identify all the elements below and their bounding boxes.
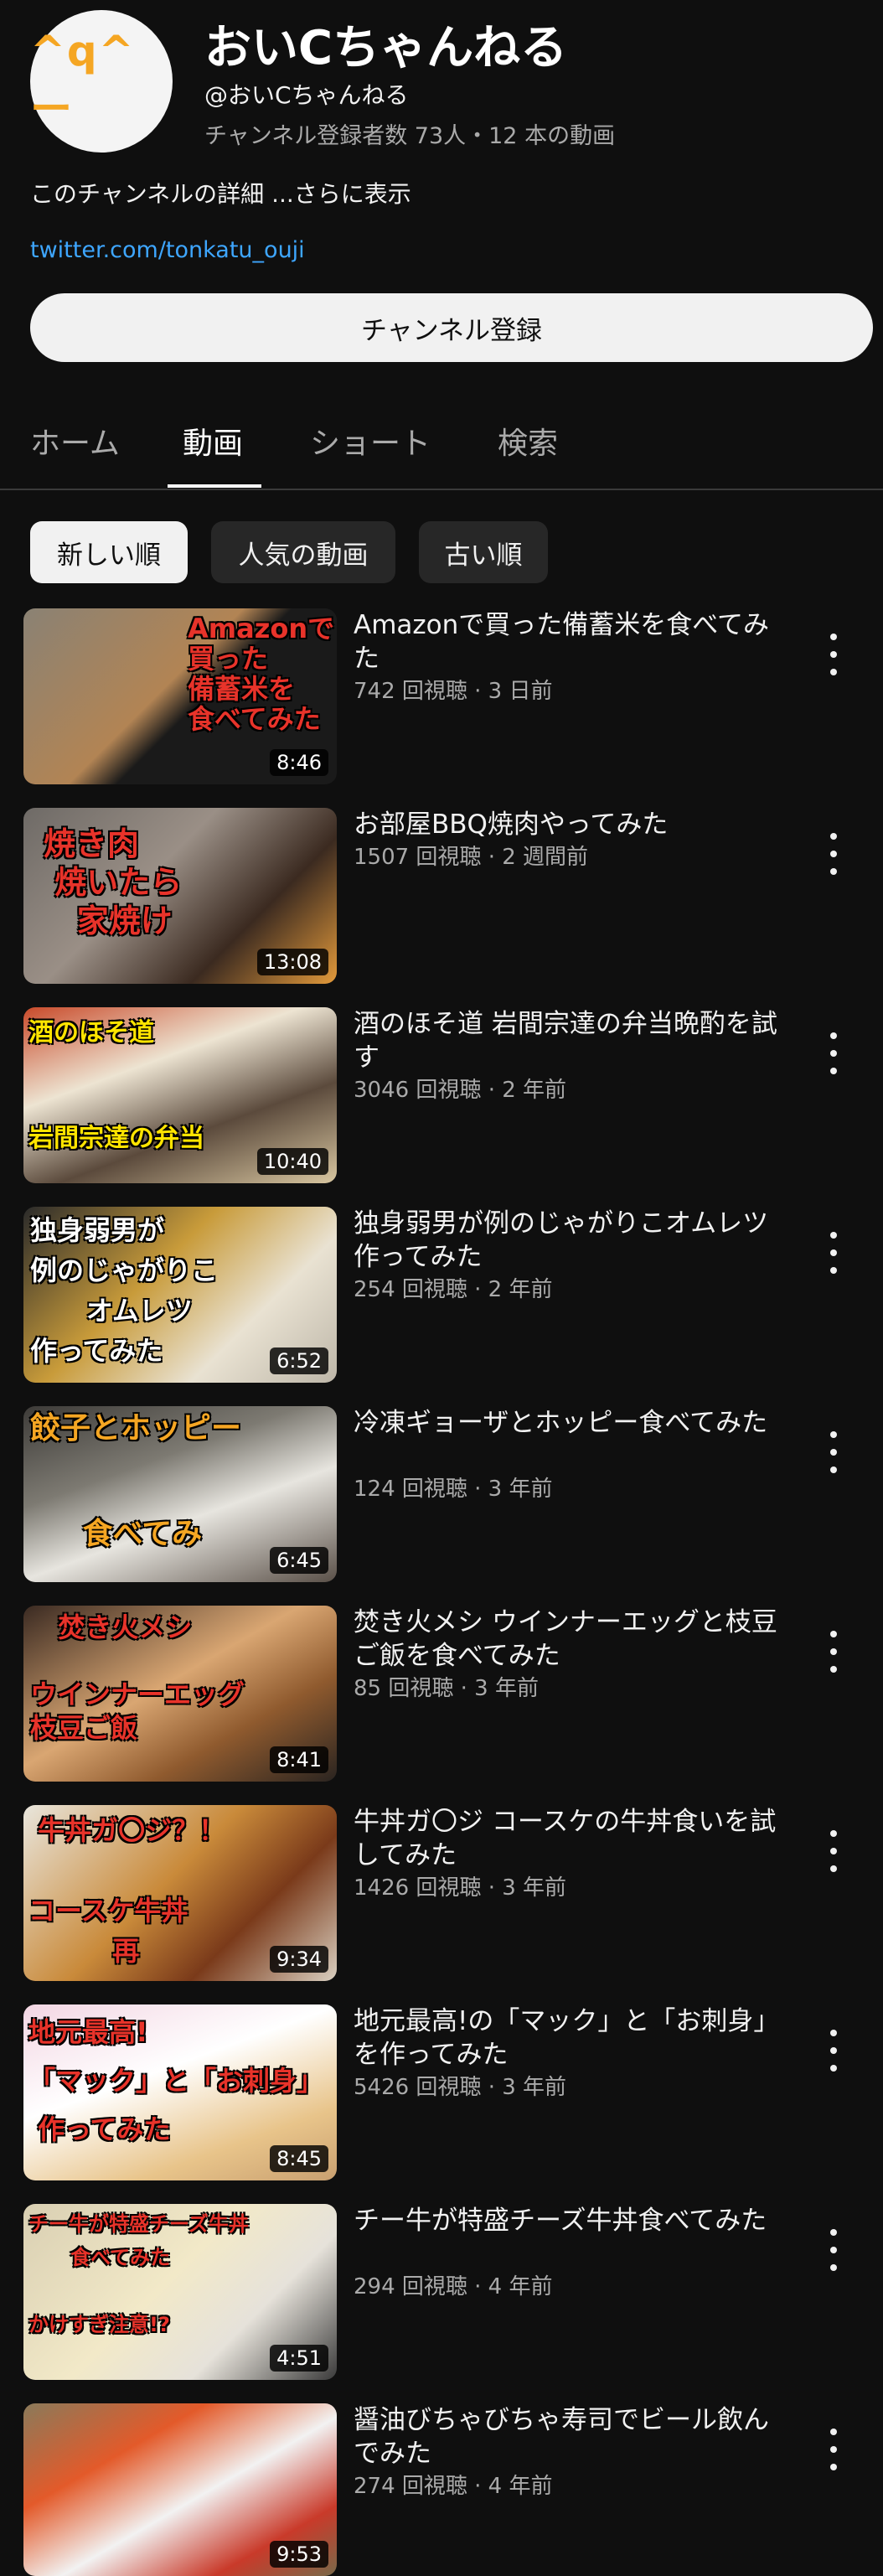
video-item[interactable]: 独身弱男が 例のじゃがりこ オムレツ 作ってみた 6:52 独身弱男が例のじゃが… xyxy=(0,1207,883,1384)
video-meta: 85 回視聴 · 3 年前 xyxy=(354,1676,539,1701)
channel-stats: チャンネル登録者数 73人・12 本の動画 xyxy=(204,123,616,149)
thumbnail-caption: チー牛が特盛チーズ牛丼 食べてみた かけすぎ注意!? xyxy=(28,2212,249,2336)
video-title[interactable]: 冷凍ギョーザとホッピー食べてみた xyxy=(354,1406,789,1440)
description-text: このチャンネルの詳細 xyxy=(30,180,265,208)
video-item[interactable]: 9:53 醤油びちゃびちゃ寿司でビール飲んでみた 274 回視聴 · 4 年前 xyxy=(0,2403,883,2576)
more-options-icon[interactable] xyxy=(821,1830,846,1872)
thumbnail-caption: 餃子とホッピー 食べてみ xyxy=(30,1411,242,1551)
duration-badge: 8:45 xyxy=(270,2145,328,2172)
thumbnail-caption: 焼き肉 焼いたら 家焼け xyxy=(44,825,183,939)
video-thumbnail[interactable]: Amazonで 買った 備蓄米を 食べてみた 8:46 xyxy=(23,608,337,784)
video-item[interactable]: 焚き火メシ ウインナーエッグ 枝豆ご飯 8:41 焚き火メシ ウインナーエッグと… xyxy=(0,1606,883,1783)
video-meta: 124 回視聴 · 3 年前 xyxy=(354,1477,553,1502)
more-options-icon[interactable] xyxy=(821,833,846,875)
video-meta: 1426 回視聴 · 3 年前 xyxy=(354,1875,567,1901)
duration-badge: 8:46 xyxy=(270,749,328,776)
video-meta: 742 回視聴 · 3 日前 xyxy=(354,679,553,704)
duration-badge: 8:41 xyxy=(270,1746,328,1773)
tab-videos[interactable]: 動画 xyxy=(183,419,243,463)
video-meta: 254 回視聴 · 2 年前 xyxy=(354,1277,553,1302)
more-options-icon[interactable] xyxy=(821,1032,846,1074)
tab-home[interactable]: ホーム xyxy=(30,419,120,463)
video-title[interactable]: 牛丼ガ〇ジ コースケの牛丼食いを試してみた xyxy=(354,1805,789,1872)
video-thumbnail[interactable]: 独身弱男が 例のじゃがりこ オムレツ 作ってみた 6:52 xyxy=(23,1207,337,1383)
duration-badge: 4:51 xyxy=(270,2345,328,2372)
video-title[interactable]: 焚き火メシ ウインナーエッグと枝豆ご飯を食べてみた xyxy=(354,1606,789,1673)
video-meta: 274 回視聴 · 4 年前 xyxy=(354,2474,553,2499)
more-options-icon[interactable] xyxy=(821,1431,846,1473)
filter-oldest-chip[interactable]: 古い順 xyxy=(419,521,548,583)
video-title[interactable]: Amazonで買った備蓄米を食べてみた xyxy=(354,608,789,675)
channel-name: おいCちゃんねる xyxy=(204,21,568,75)
thumbnail-caption: 焚き火メシ ウインナーエッグ 枝豆ご飯 xyxy=(30,1611,245,1744)
more-options-icon[interactable] xyxy=(821,2429,846,2470)
video-thumbnail[interactable]: 餃子とホッピー 食べてみ 6:45 xyxy=(23,1406,337,1582)
channel-external-link[interactable]: twitter.com/tonkatu_ouji xyxy=(30,237,305,263)
video-title[interactable]: 酒のほそ道 岩間宗達の弁当晩酌を試す xyxy=(354,1007,789,1074)
video-item[interactable]: チー牛が特盛チーズ牛丼 食べてみた かけすぎ注意!? 4:51 チー牛が特盛チー… xyxy=(0,2204,883,2382)
thumbnail-caption: Amazonで 買った 備蓄米を 食べてみた xyxy=(188,613,335,735)
video-thumbnail[interactable]: 焼き肉 焼いたら 家焼け 13:08 xyxy=(23,808,337,984)
video-title[interactable]: 地元最高!の「マック」と「お刺身」を作ってみた xyxy=(354,2004,789,2072)
video-thumbnail[interactable]: 牛丼ガ〇ジ？！ コースケ牛丼 再 9:34 xyxy=(23,1805,337,1981)
more-options-icon[interactable] xyxy=(821,634,846,675)
video-meta: 5426 回視聴 · 3 年前 xyxy=(354,2075,567,2100)
thumbnail-caption: 地元最高! 「マック」と「お刺身」 作ってみた xyxy=(28,2016,324,2145)
channel-avatar[interactable]: ^q^ー xyxy=(30,10,173,153)
video-meta: 294 回視聴 · 4 年前 xyxy=(354,2274,553,2299)
video-item[interactable]: 地元最高! 「マック」と「お刺身」 作ってみた 8:45 地元最高!の「マック」… xyxy=(0,2004,883,2182)
video-title[interactable]: お部屋BBQ焼肉やってみた xyxy=(354,808,789,841)
video-item[interactable]: 牛丼ガ〇ジ？！ コースケ牛丼 再 9:34 牛丼ガ〇ジ コースケの牛丼食いを試し… xyxy=(0,1805,883,1983)
more-options-icon[interactable] xyxy=(821,1631,846,1673)
video-title[interactable]: チー牛が特盛チーズ牛丼食べてみた xyxy=(354,2204,789,2237)
video-item[interactable]: 餃子とホッピー 食べてみ 6:45 冷凍ギョーザとホッピー食べてみた 124 回… xyxy=(0,1406,883,1584)
duration-badge: 13:08 xyxy=(256,949,328,975)
thumbnail-caption: 独身弱男が 例のじゃがりこ オムレツ 作ってみた xyxy=(30,1214,219,1367)
channel-tabs: ホーム 動画 ショート 検索 xyxy=(0,411,883,490)
duration-badge: 6:45 xyxy=(270,1547,328,1574)
active-tab-indicator xyxy=(168,484,261,488)
channel-handle: @おいCちゃんねる xyxy=(204,81,409,109)
thumbnail-caption: 酒のほそ道 岩間宗達の弁当 xyxy=(28,1018,204,1153)
more-options-icon[interactable] xyxy=(821,2030,846,2072)
duration-badge: 10:40 xyxy=(256,1148,328,1175)
filter-popular-chip[interactable]: 人気の動画 xyxy=(211,521,395,583)
video-thumbnail[interactable]: 地元最高! 「マック」と「お刺身」 作ってみた 8:45 xyxy=(23,2004,337,2180)
more-options-icon[interactable] xyxy=(821,1232,846,1274)
video-thumbnail[interactable]: チー牛が特盛チーズ牛丼 食べてみた かけすぎ注意!? 4:51 xyxy=(23,2204,337,2380)
duration-badge: 9:34 xyxy=(270,1946,328,1973)
duration-badge: 9:53 xyxy=(270,2541,328,2568)
video-title[interactable]: 独身弱男が例のじゃがりこオムレツ作ってみた xyxy=(354,1207,789,1274)
video-item[interactable]: Amazonで 買った 備蓄米を 食べてみた 8:46 Amazonで買った備蓄… xyxy=(0,608,883,786)
video-thumbnail[interactable]: 9:53 xyxy=(23,2403,337,2576)
video-thumbnail[interactable]: 焚き火メシ ウインナーエッグ 枝豆ご飯 8:41 xyxy=(23,1606,337,1782)
duration-badge: 6:52 xyxy=(270,1347,328,1374)
tab-search[interactable]: 検索 xyxy=(498,419,558,463)
video-thumbnail[interactable]: 酒のほそ道 岩間宗達の弁当 10:40 xyxy=(23,1007,337,1183)
video-item[interactable]: 焼き肉 焼いたら 家焼け 13:08 お部屋BBQ焼肉やってみた 1507 回視… xyxy=(0,808,883,985)
video-item[interactable]: 酒のほそ道 岩間宗達の弁当 10:40 酒のほそ道 岩間宗達の弁当晩酌を試す 3… xyxy=(0,1007,883,1185)
thumbnail-caption: 牛丼ガ〇ジ？！ コースケ牛丼 再 xyxy=(28,1814,226,1967)
video-meta: 1507 回視聴 · 2 週間前 xyxy=(354,845,589,870)
show-more-link[interactable]: ...さらに表示 xyxy=(271,180,411,208)
filter-newest-chip[interactable]: 新しい順 xyxy=(30,521,188,583)
channel-description[interactable]: このチャンネルの詳細 ...さらに表示 xyxy=(30,176,411,209)
subscribe-button[interactable]: チャンネル登録 xyxy=(30,293,873,362)
video-meta: 3046 回視聴 · 2 年前 xyxy=(354,1078,567,1103)
tab-shorts[interactable]: ショート xyxy=(310,419,431,463)
more-options-icon[interactable] xyxy=(821,2229,846,2271)
video-title[interactable]: 醤油びちゃびちゃ寿司でビール飲んでみた xyxy=(354,2403,789,2470)
avatar-face-text: ^q^ー xyxy=(30,27,136,133)
